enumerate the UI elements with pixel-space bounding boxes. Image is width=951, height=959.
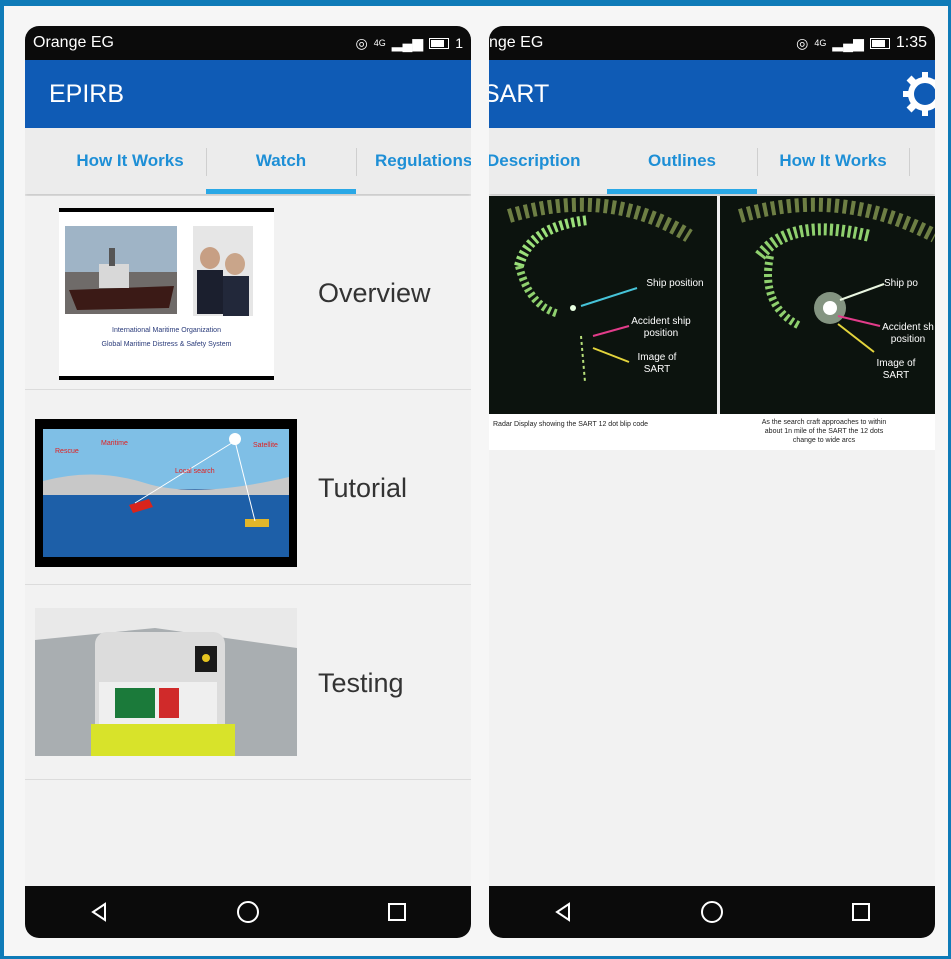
tab-bar: How It Works Watch Regulations [25,128,471,194]
label-image-of-sart: Image of SART [637,352,677,375]
tab-bar: Description Outlines How It Works [489,128,935,194]
video-list: International Maritime Organization Glob… [25,196,471,886]
tab-divider [356,148,357,176]
item-label-testing: Testing [318,668,404,698]
status-bar: Orange EG ◎ 4G ▂▄▆ 1 [25,26,471,60]
recents-icon[interactable] [377,892,417,932]
testing-thumbnail [35,608,297,756]
carrier-name: Orange EG [33,34,114,51]
tab-how-it-works[interactable]: How It Works [55,128,205,194]
overview-thumbnail: International Maritime Organization Glob… [59,208,274,380]
tab-outlines[interactable]: Outlines [607,128,757,194]
clock: 1 [455,35,463,51]
label-ship-position-right: Ship po [884,278,918,289]
radar-blip-image [506,197,693,383]
tutorial-thumbnail: Rescue Maritime Local search Satellite [35,419,297,567]
app-bar: SART [489,60,935,128]
label-accident-ship-position: Accident ship position [631,316,691,339]
ship-and-officers-image [65,226,253,316]
outline-content: Ship position Accident ship position Ima… [489,196,935,886]
status-bar: nge EG ◎ 4G ▂▄▆ 1:35 [489,26,935,60]
radar-display-left: Ship position Accident ship position Ima… [489,196,717,414]
battery-icon [429,37,450,49]
signal-icon: ▂▄▆ [391,34,424,51]
back-icon[interactable] [79,892,119,932]
page-title: EPIRB [49,79,125,108]
rescue-diagram-image: Rescue Maritime Local search Satellite [43,429,289,557]
navigation-bar [489,886,935,938]
network-type: 4G [814,38,827,48]
radar-display-right: Ship po Accident sh position Image of SA… [720,196,935,414]
label-accident-ship-position-right: Accident sh position [882,322,934,345]
signal-icon: ▂▄▆ [832,34,864,51]
app-bar: EPIRB [25,60,471,128]
navigation-bar [25,886,471,938]
tab-regulations[interactable]: Regulations [375,128,471,194]
tab-watch[interactable]: Watch [206,128,356,194]
back-icon[interactable] [543,892,583,932]
recents-icon[interactable] [841,892,881,932]
label-image-of-sart-right: Image of SART [876,358,916,381]
thumbnail-caption-imo: International Maritime Organization [112,327,221,334]
caption-right: As the search craft approaches to within… [761,419,887,444]
hotspot-icon: ◎ [796,34,809,51]
list-item-testing[interactable]: Testing [25,586,471,780]
caption-left: Radar Display showing the SART 12 dot bl… [493,421,648,428]
item-label-overview: Overview [318,278,431,308]
home-icon[interactable] [692,892,732,932]
item-label-tutorial: Tutorial [318,473,408,503]
network-type: 4G [373,38,386,48]
thumbnail-caption-gmdss: Global Maritime Distress & Safety System [101,341,232,348]
hotspot-icon: ◎ [355,34,368,51]
tab-divider [909,148,910,176]
svg-text:Maritime: Maritime [101,440,128,447]
list-item-overview[interactable]: International Maritime Organization Glob… [25,196,471,390]
battery-icon [869,37,890,49]
clock: 1:35 [895,34,927,51]
list-item-tutorial[interactable]: Rescue Maritime Local search Satellite T… [25,391,471,585]
svg-text:Local search: Local search [175,468,215,475]
tab-description[interactable]: Description [489,128,605,194]
epirb-device-image [35,608,297,756]
home-icon[interactable] [228,892,268,932]
svg-text:Rescue: Rescue [55,448,79,455]
left-phone-screen: Orange EG ◎ 4G ▂▄▆ 1 EPIRB How It Works … [25,26,471,938]
figure-divider [717,196,720,414]
right-phone-screen: nge EG ◎ 4G ▂▄▆ 1:35 SART Description Ou… [489,26,935,938]
tab-how-it-works[interactable]: How It Works [757,128,909,194]
svg-text:Satellite: Satellite [253,442,278,449]
radar-figure: Ship position Accident ship position Ima… [489,196,935,450]
settings-gear-icon[interactable] [903,72,935,116]
page-title: SART [489,79,550,108]
carrier-name: nge EG [489,34,544,51]
label-ship-position: Ship position [646,278,704,289]
